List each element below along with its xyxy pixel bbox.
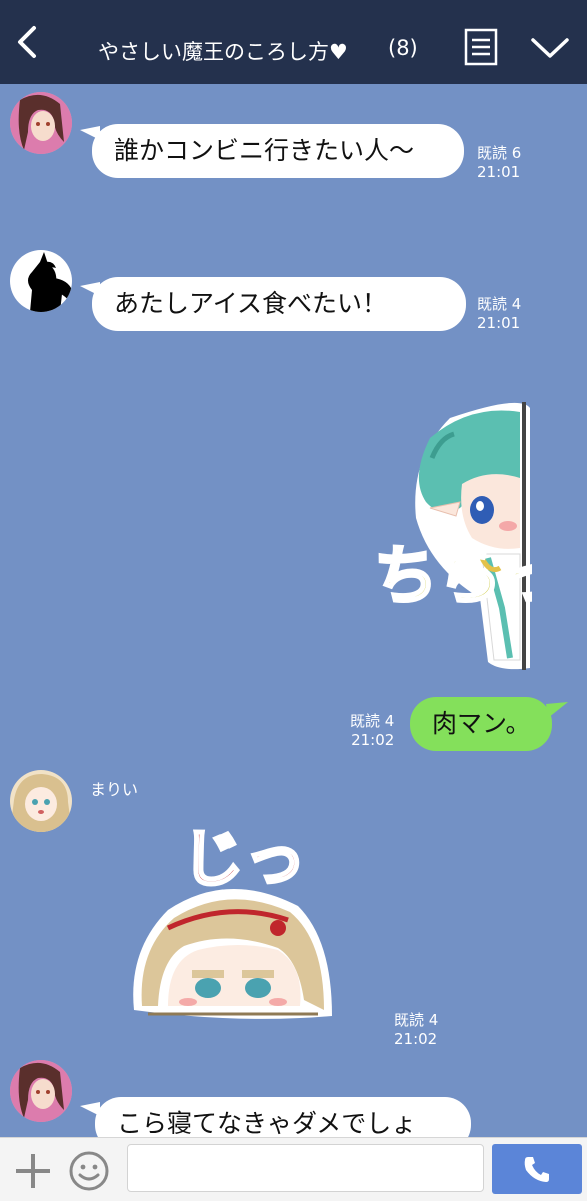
- message-text: 誰かコンビニ行きたい人～: [114, 136, 415, 165]
- message-meta: 既読 4 21:01: [477, 295, 521, 333]
- timestamp: 21:01: [477, 163, 521, 181]
- avatar[interactable]: [10, 1060, 72, 1122]
- read-receipt: 既読 4: [350, 712, 395, 730]
- menu-icon[interactable]: [464, 28, 498, 66]
- read-receipt: 既読 4: [477, 295, 522, 313]
- message-input[interactable]: [127, 1144, 484, 1192]
- message-meta: 既読 6 21:01: [477, 144, 521, 182]
- timestamp: 21:02: [351, 731, 395, 749]
- read-receipt: 既読 4: [394, 1011, 439, 1029]
- message-bubble[interactable]: 誰かコンビニ行きたい人～: [92, 124, 464, 178]
- avatar[interactable]: [10, 770, 72, 832]
- chevron-down-icon[interactable]: [530, 36, 570, 60]
- message-meta: 既読 4 21:02: [350, 712, 394, 750]
- message-text: あたしアイス食べたい！: [114, 289, 388, 318]
- sticker-text: じっ: [182, 822, 306, 895]
- back-arrow-icon[interactable]: [10, 24, 46, 60]
- timestamp: 21:01: [477, 314, 521, 332]
- plus-icon[interactable]: [14, 1152, 52, 1190]
- message-bubble[interactable]: あたしアイス食べたい！: [92, 277, 466, 331]
- sender-name: まりい: [90, 780, 139, 799]
- chat-header: やさしい魔王のころし方♥ (8): [0, 0, 587, 84]
- message-bubble[interactable]: 肉マン。: [410, 697, 552, 751]
- timestamp: 21:02: [394, 1030, 438, 1048]
- member-count: (8): [388, 36, 418, 60]
- chat-title[interactable]: やさしい魔王のころし方♥: [98, 36, 348, 66]
- phone-icon: [524, 1157, 549, 1182]
- avatar[interactable]: [10, 92, 72, 154]
- message-meta: 既読 4 21:02: [394, 1011, 438, 1049]
- avatar[interactable]: [10, 250, 72, 312]
- sticker-stare[interactable]: じっ: [128, 810, 338, 1030]
- emoji-icon[interactable]: [68, 1150, 110, 1192]
- message-text: こら寝てなきゃダメでしょ: [117, 1109, 417, 1138]
- sticker-text: ちらっ: [374, 540, 532, 614]
- bubble-tail: [546, 702, 568, 718]
- read-receipt: 既読 6: [477, 144, 522, 162]
- input-bar: [0, 1137, 587, 1201]
- sticker-peek[interactable]: ちらっ: [370, 398, 532, 674]
- message-text: 肉マン。: [432, 709, 531, 738]
- call-button[interactable]: [492, 1144, 582, 1194]
